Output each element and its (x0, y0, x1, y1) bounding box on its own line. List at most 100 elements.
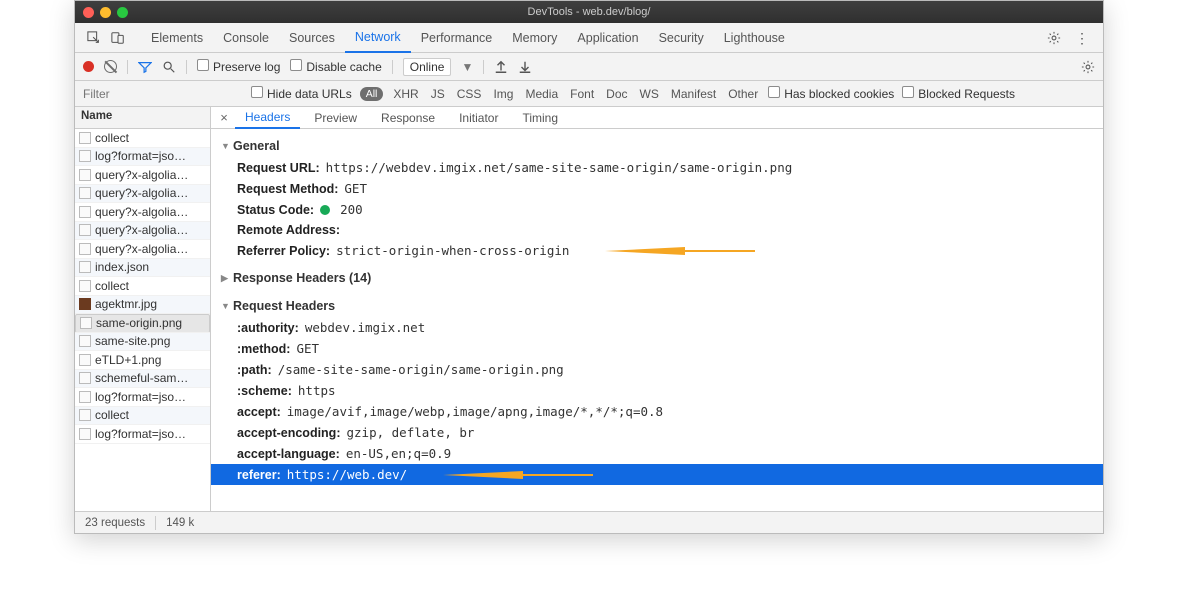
hide-data-urls-checkbox[interactable]: Hide data URLs (251, 86, 352, 101)
filter-other[interactable]: Other (726, 87, 760, 101)
list-item[interactable]: log?format=jso… (75, 388, 210, 407)
list-item[interactable]: log?format=jso… (75, 148, 210, 167)
list-item[interactable]: query?x-algolia… (75, 240, 210, 259)
list-item-label: schemeful-sam… (95, 371, 188, 385)
tab-security[interactable]: Security (649, 23, 714, 53)
list-item[interactable]: same-site.png (75, 333, 210, 352)
list-item[interactable]: log?format=jso… (75, 425, 210, 444)
section-toggle[interactable]: Response Headers (14) (221, 267, 1093, 289)
fullscreen-icon[interactable] (117, 7, 128, 18)
list-item[interactable]: query?x-algolia… (75, 185, 210, 204)
tab-headers[interactable]: Headers (235, 107, 300, 129)
inspect-icon[interactable] (87, 31, 101, 45)
chevron-down-icon[interactable]: ▼ (461, 60, 473, 74)
close-icon[interactable] (83, 7, 94, 18)
details-pane: × Headers Preview Response Initiator Tim… (211, 107, 1103, 511)
titlebar: DevTools - web.dev/blog/ (75, 1, 1103, 23)
list-item-label: query?x-algolia… (95, 168, 188, 182)
throttling-select[interactable]: Online (403, 58, 452, 76)
list-item-label: eTLD+1.png (95, 353, 161, 367)
list-item-label: log?format=jso… (95, 149, 186, 163)
tab-performance[interactable]: Performance (411, 23, 503, 53)
section-request-headers: Request Headers :authority:webdev.imgix.… (221, 295, 1093, 485)
has-blocked-checkbox[interactable]: Has blocked cookies (768, 86, 894, 101)
filter-manifest[interactable]: Manifest (669, 87, 718, 101)
detail-tabs: × Headers Preview Response Initiator Tim… (211, 107, 1103, 129)
tab-timing[interactable]: Timing (512, 107, 568, 129)
search-icon[interactable] (162, 60, 176, 74)
list-item-label: collect (95, 279, 129, 293)
tab-response[interactable]: Response (371, 107, 445, 129)
header-row: accept:image/avif,image/webp,image/apng,… (221, 401, 1093, 422)
file-icon (80, 317, 92, 329)
section-general: General Request URL:https://webdev.imgix… (221, 135, 1093, 261)
tab-preview[interactable]: Preview (304, 107, 367, 129)
column-name[interactable]: Name (75, 107, 210, 129)
window-controls (83, 7, 128, 18)
filter-font[interactable]: Font (568, 87, 596, 101)
section-toggle[interactable]: Request Headers (221, 295, 1093, 317)
list-item[interactable]: collect (75, 277, 210, 296)
list-item[interactable]: same-origin.png (75, 314, 210, 333)
list-item[interactable]: schemeful-sam… (75, 370, 210, 389)
section-response-headers: Response Headers (14) (221, 267, 1093, 289)
list-item[interactable]: query?x-algolia… (75, 222, 210, 241)
download-icon[interactable] (518, 60, 532, 74)
filter-doc[interactable]: Doc (604, 87, 629, 101)
file-icon (79, 409, 91, 421)
filter-css[interactable]: CSS (455, 87, 484, 101)
list-item[interactable]: index.json (75, 259, 210, 278)
file-icon (79, 261, 91, 273)
gear-icon[interactable] (1081, 60, 1095, 74)
header-row: accept-language:en-US,en;q=0.9 (221, 443, 1093, 464)
file-icon (79, 243, 91, 255)
file-icon (79, 391, 91, 403)
tab-lighthouse[interactable]: Lighthouse (714, 23, 795, 53)
tab-elements[interactable]: Elements (141, 23, 213, 53)
tab-network[interactable]: Network (345, 23, 411, 53)
filter-media[interactable]: Media (523, 87, 560, 101)
filter-img[interactable]: Img (491, 87, 515, 101)
window-title: DevTools - web.dev/blog/ (528, 6, 651, 18)
list-item-label: log?format=jso… (95, 427, 186, 441)
tab-console[interactable]: Console (213, 23, 279, 53)
list-item[interactable]: agektmr.jpg (75, 296, 210, 315)
kebab-icon[interactable]: ⋮ (1075, 31, 1089, 45)
transfer-size: 149 k (166, 517, 194, 529)
filter-js[interactable]: JS (429, 87, 447, 101)
annotation-arrow-icon (605, 247, 685, 255)
list-item[interactable]: query?x-algolia… (75, 203, 210, 222)
gear-icon[interactable] (1047, 31, 1061, 45)
tab-application[interactable]: Application (567, 23, 648, 53)
request-list: Name collectlog?format=jso…query?x-algol… (75, 107, 211, 511)
preserve-log-checkbox[interactable]: Preserve log (197, 59, 280, 74)
close-icon[interactable]: × (217, 111, 231, 125)
tab-sources[interactable]: Sources (279, 23, 345, 53)
section-toggle[interactable]: General (221, 135, 1093, 157)
content-split: Name collectlog?format=jso…query?x-algol… (75, 107, 1103, 511)
blocked-requests-checkbox[interactable]: Blocked Requests (902, 86, 1015, 101)
filter-icon[interactable] (138, 60, 152, 74)
filter-all-pill[interactable]: All (360, 87, 384, 101)
minimize-icon[interactable] (100, 7, 111, 18)
device-icon[interactable] (111, 31, 125, 45)
tab-memory[interactable]: Memory (502, 23, 567, 53)
header-row: accept-encoding:gzip, deflate, br (221, 422, 1093, 443)
tab-initiator[interactable]: Initiator (449, 107, 508, 129)
list-item-label: log?format=jso… (95, 390, 186, 404)
filter-ws[interactable]: WS (638, 87, 661, 101)
list-item[interactable]: collect (75, 129, 210, 148)
header-row: :method:GET (221, 338, 1093, 359)
filter-xhr[interactable]: XHR (391, 87, 420, 101)
status-dot-icon (320, 205, 330, 215)
upload-icon[interactable] (494, 60, 508, 74)
clear-icon[interactable] (104, 60, 117, 73)
filter-input[interactable] (83, 87, 243, 101)
disable-cache-checkbox[interactable]: Disable cache (290, 59, 381, 74)
list-item[interactable]: query?x-algolia… (75, 166, 210, 185)
list-item-label: index.json (95, 260, 149, 274)
record-icon[interactable] (83, 61, 94, 72)
list-item-label: query?x-algolia… (95, 186, 188, 200)
list-item[interactable]: eTLD+1.png (75, 351, 210, 370)
list-item[interactable]: collect (75, 407, 210, 426)
